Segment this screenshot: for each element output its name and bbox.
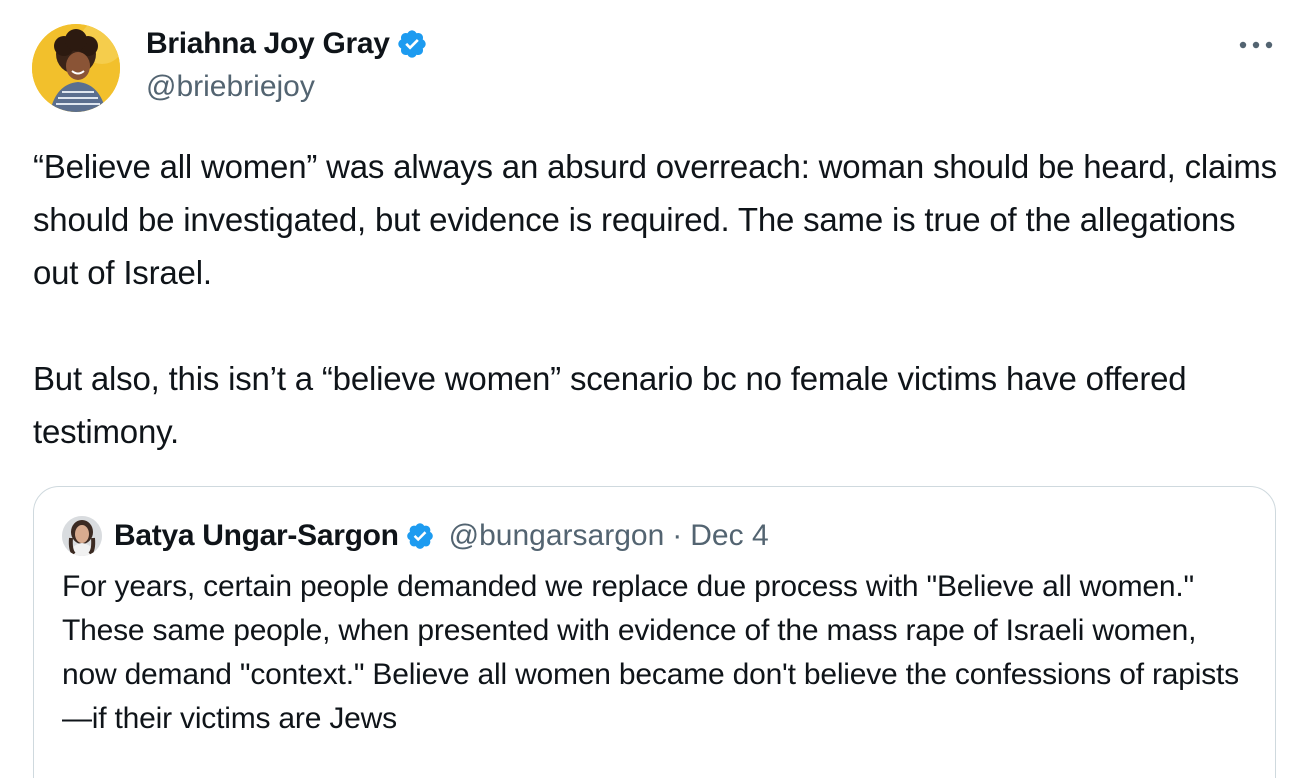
- quoted-tweet[interactable]: Batya Ungar-Sargon @bungarsargon · Dec 4…: [33, 486, 1276, 778]
- quoted-author-display-name[interactable]: Batya Ungar-Sargon: [114, 519, 399, 553]
- author-name-row: Briahna Joy Gray: [146, 24, 428, 64]
- quoted-author-avatar[interactable]: [62, 516, 102, 556]
- quoted-tweet-header: Batya Ungar-Sargon @bungarsargon · Dec 4: [62, 515, 769, 557]
- verified-badge-icon[interactable]: [405, 521, 435, 551]
- header-separator: ·: [672, 519, 683, 552]
- verified-badge-icon[interactable]: [396, 28, 428, 60]
- quoted-author-handle[interactable]: @bungarsargon: [449, 519, 665, 553]
- author-avatar-image: [32, 24, 120, 112]
- tweet-text: “Believe all women” was always an absurd…: [33, 148, 1277, 450]
- tweet-card: Briahna Joy Gray @briebriejoy “Believe a…: [0, 0, 1306, 778]
- more-options-icon[interactable]: [1236, 30, 1276, 60]
- quoted-tweet-date[interactable]: Dec 4: [690, 519, 768, 553]
- author-avatar[interactable]: [32, 24, 120, 112]
- author-handle[interactable]: @briebriejoy: [146, 70, 315, 104]
- author-display-name[interactable]: Briahna Joy Gray: [146, 27, 390, 61]
- quoted-tweet-text: For years, certain people demanded we re…: [62, 570, 1239, 735]
